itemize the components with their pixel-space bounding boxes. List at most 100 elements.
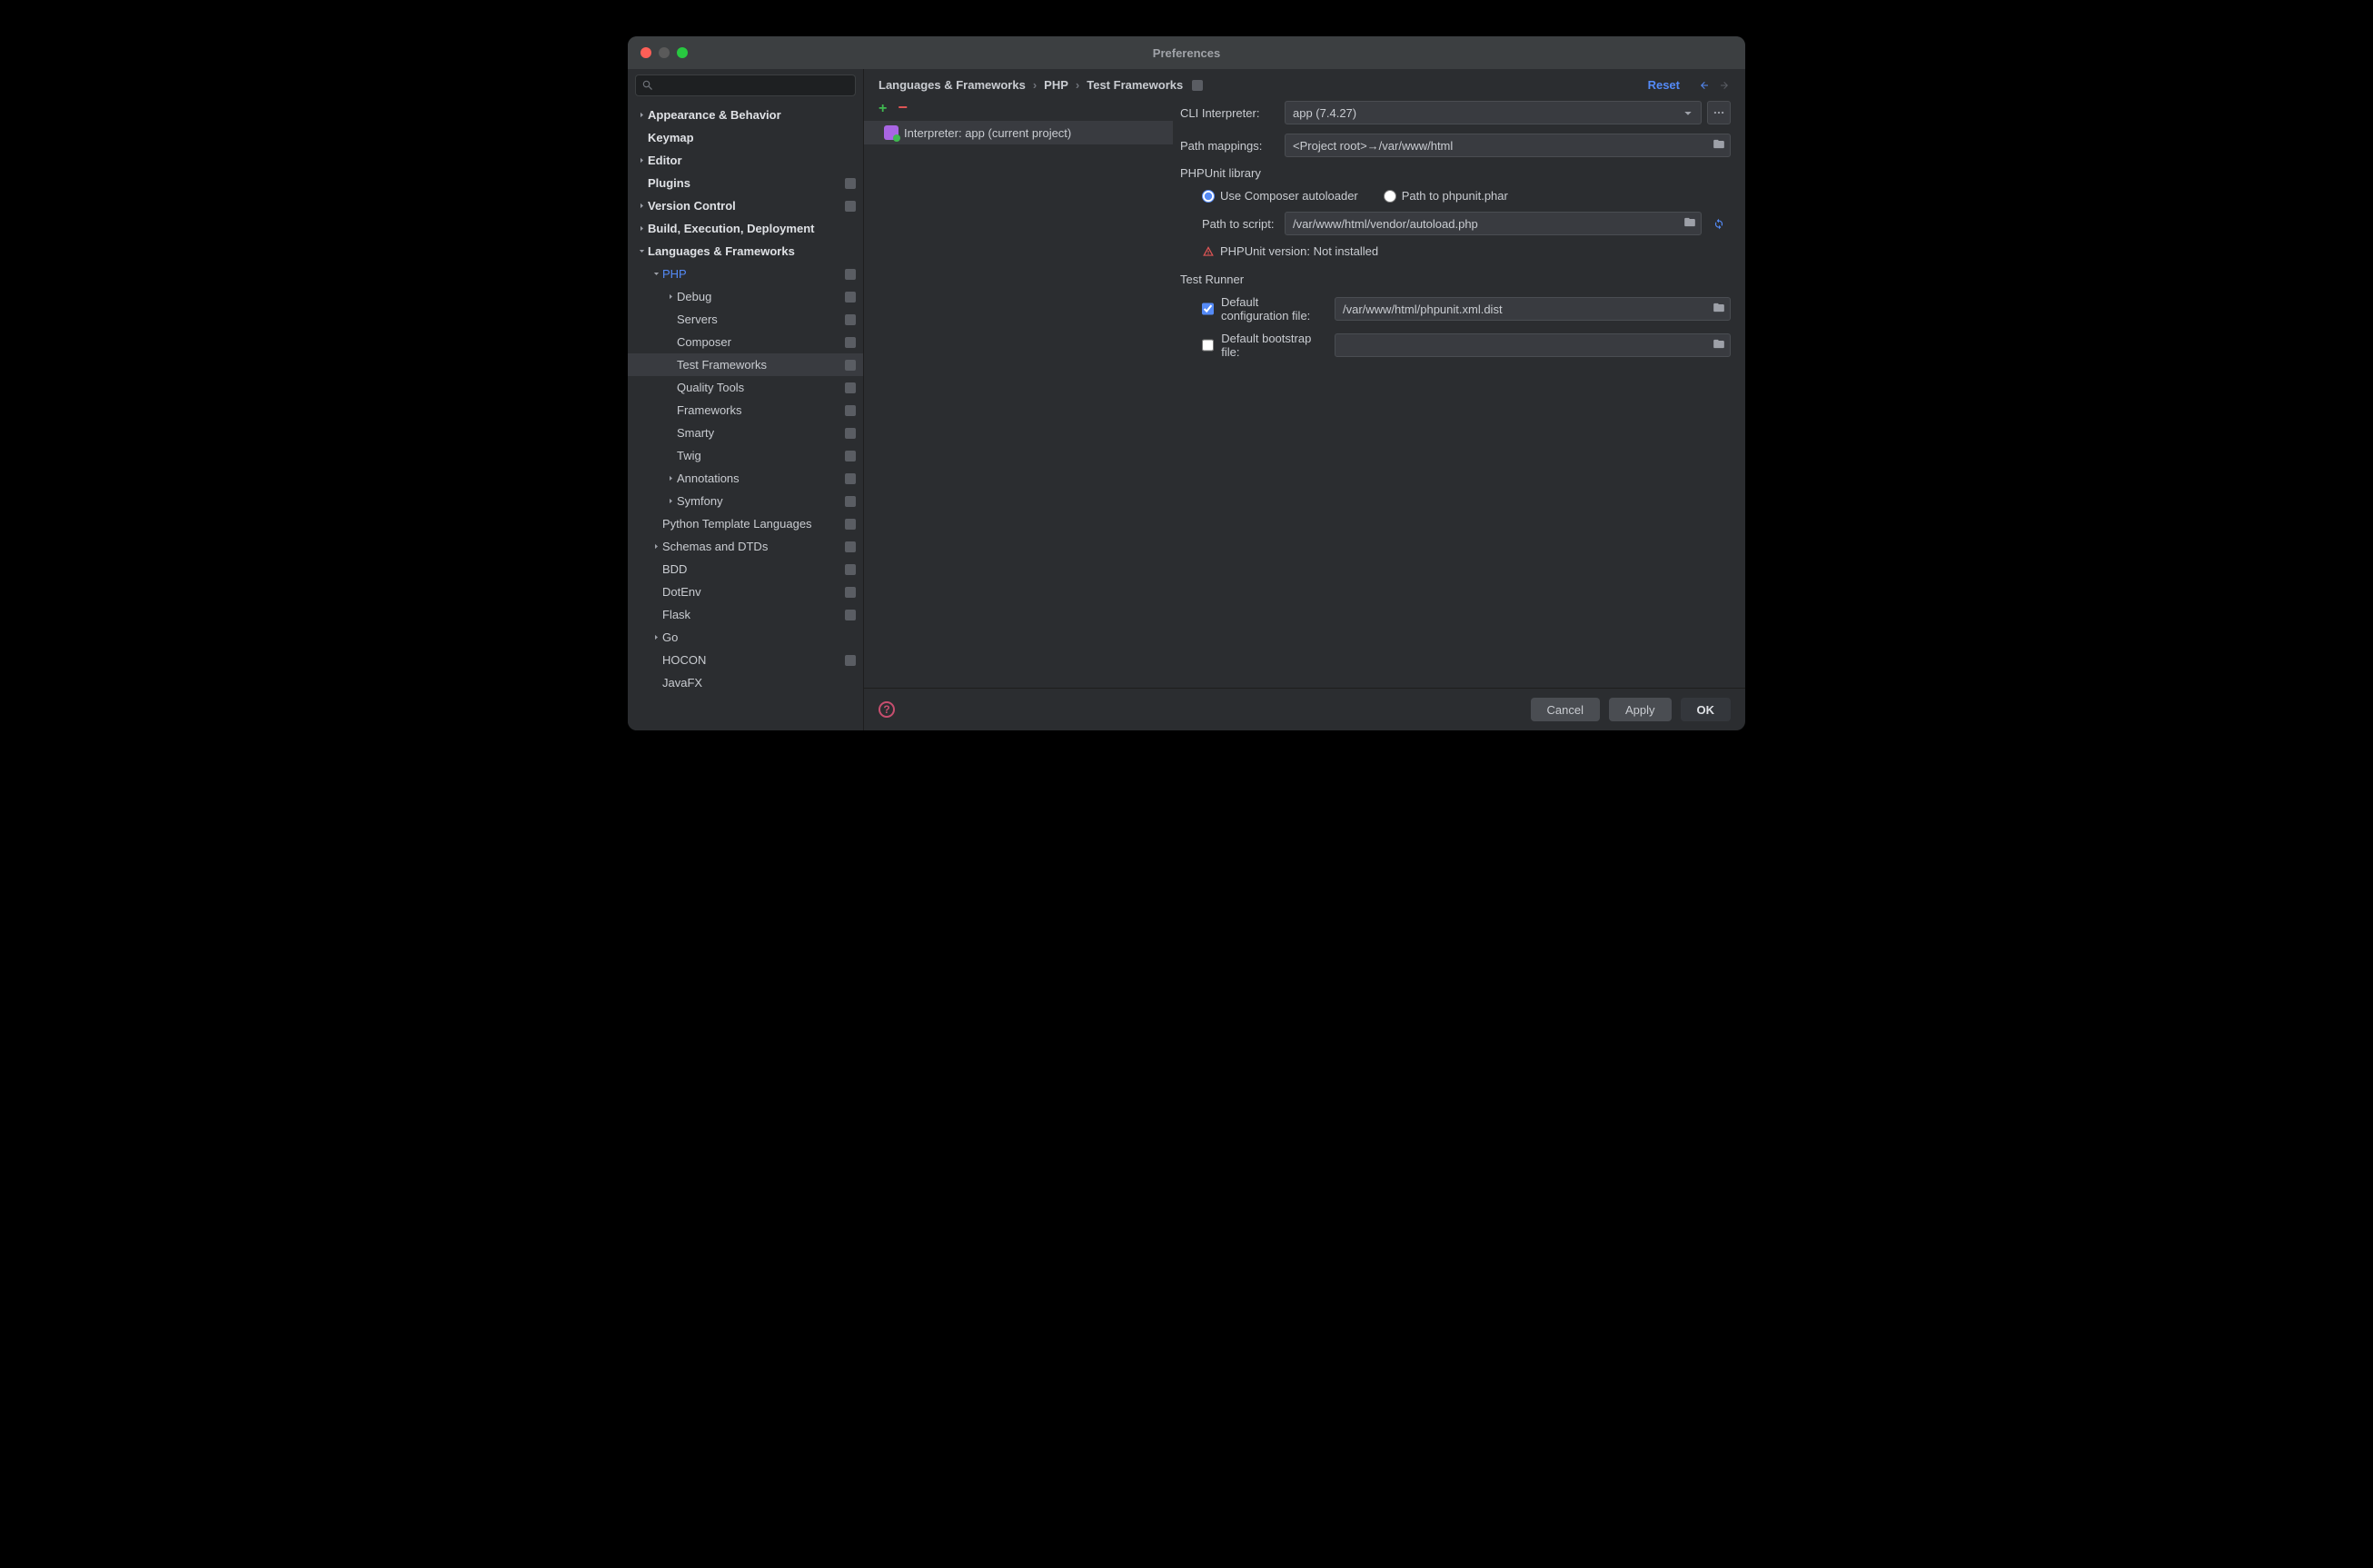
project-badge-icon <box>845 382 856 393</box>
sidebar-item-editor[interactable]: Editor <box>628 149 863 172</box>
path-to-script-browse-button[interactable] <box>1683 216 1696 232</box>
settings-tree: Appearance & BehaviorKeymapEditorPlugins… <box>628 102 863 730</box>
sidebar-item-debug[interactable]: Debug <box>628 285 863 308</box>
chevron-icon <box>650 633 662 641</box>
project-badge-icon <box>845 269 856 280</box>
project-badge-icon <box>845 360 856 371</box>
phar-path-radio-input[interactable] <box>1384 190 1396 203</box>
path-to-script-input[interactable] <box>1285 212 1702 235</box>
sidebar-item-servers[interactable]: Servers <box>628 308 863 331</box>
sidebar-item-javafx[interactable]: JavaFX <box>628 671 863 694</box>
chevron-icon <box>650 270 662 278</box>
sidebar-item-version-control[interactable]: Version Control <box>628 194 863 217</box>
close-icon[interactable] <box>640 47 651 58</box>
chevron-right-icon: › <box>1033 78 1037 92</box>
chevron-icon <box>635 202 648 210</box>
ok-button[interactable]: OK <box>1681 698 1732 721</box>
sidebar-item-label: Frameworks <box>677 403 845 417</box>
project-badge-icon <box>845 655 856 666</box>
sidebar-item-appearance-behavior[interactable]: Appearance & Behavior <box>628 104 863 126</box>
add-button[interactable]: + <box>879 101 887 117</box>
folder-icon <box>1683 216 1696 229</box>
sidebar-item-label: Test Frameworks <box>677 358 845 372</box>
crumb-lang-frameworks[interactable]: Languages & Frameworks <box>879 78 1026 92</box>
sidebar-item-annotations[interactable]: Annotations <box>628 467 863 490</box>
default-bootstrap-checkbox[interactable] <box>1202 339 1214 352</box>
sidebar-item-label: Servers <box>677 313 845 326</box>
default-config-browse-button[interactable] <box>1713 302 1725 317</box>
reset-button[interactable]: Reset <box>1648 78 1680 92</box>
project-badge-icon <box>845 201 856 212</box>
window-controls <box>640 47 688 58</box>
minimize-icon[interactable] <box>659 47 670 58</box>
sidebar-item-hocon[interactable]: HOCON <box>628 649 863 671</box>
sidebar-item-symfony[interactable]: Symfony <box>628 490 863 512</box>
chevron-icon <box>635 224 648 233</box>
list-item-label: Interpreter: app (current project) <box>904 126 1071 140</box>
remove-button[interactable]: − <box>898 101 908 117</box>
sidebar-item-schemas-and-dtds[interactable]: Schemas and DTDs <box>628 535 863 558</box>
sidebar-item-python-template-languages[interactable]: Python Template Languages <box>628 512 863 535</box>
chevron-icon <box>664 474 677 482</box>
maximize-icon[interactable] <box>677 47 688 58</box>
sidebar-item-php[interactable]: PHP <box>628 263 863 285</box>
cli-interpreter-select[interactable]: app (7.4.27) <box>1285 101 1702 124</box>
ellipsis-icon <box>1713 106 1725 119</box>
project-badge-icon <box>845 541 856 552</box>
search-icon <box>641 79 654 92</box>
sidebar-item-frameworks[interactable]: Frameworks <box>628 399 863 422</box>
project-badge-icon <box>845 587 856 598</box>
refresh-button[interactable] <box>1707 212 1731 235</box>
path-mappings-label: Path mappings: <box>1180 139 1285 153</box>
sidebar-item-go[interactable]: Go <box>628 626 863 649</box>
sidebar-item-label: DotEnv <box>662 585 845 599</box>
path-mappings-input[interactable] <box>1285 134 1731 157</box>
cli-interpreter-browse-button[interactable] <box>1707 101 1731 124</box>
sidebar-item-label: HOCON <box>662 653 845 667</box>
php-icon <box>884 125 899 140</box>
sidebar-item-quality-tools[interactable]: Quality Tools <box>628 376 863 399</box>
interpreter-list-item[interactable]: Interpreter: app (current project) <box>864 121 1173 144</box>
cancel-button[interactable]: Cancel <box>1531 698 1600 721</box>
default-bootstrap-browse-button[interactable] <box>1713 338 1725 353</box>
configurations-list: Interpreter: app (current project) <box>864 121 1173 688</box>
crumb-test-frameworks: Test Frameworks <box>1087 78 1183 92</box>
chevron-icon <box>635 247 648 255</box>
help-button[interactable]: ? <box>879 701 895 718</box>
phar-path-radio[interactable]: Path to phpunit.phar <box>1384 189 1508 203</box>
search-input[interactable] <box>635 74 856 96</box>
default-bootstrap-label: Default bootstrap file: <box>1221 332 1327 359</box>
sidebar-item-keymap[interactable]: Keymap <box>628 126 863 149</box>
project-badge-icon <box>845 473 856 484</box>
composer-autoloader-radio[interactable]: Use Composer autoloader <box>1202 189 1358 203</box>
sidebar-item-smarty[interactable]: Smarty <box>628 422 863 444</box>
sidebar-item-flask[interactable]: Flask <box>628 603 863 626</box>
path-mappings-browse-button[interactable] <box>1713 138 1725 154</box>
default-bootstrap-input[interactable] <box>1335 333 1731 357</box>
sidebar-item-build-execution-deployment[interactable]: Build, Execution, Deployment <box>628 217 863 240</box>
back-icon[interactable] <box>1698 80 1711 91</box>
sidebar-item-label: Twig <box>677 449 845 462</box>
sidebar-item-label: Schemas and DTDs <box>662 540 845 553</box>
composer-autoloader-radio-input[interactable] <box>1202 190 1215 203</box>
crumb-php[interactable]: PHP <box>1044 78 1068 92</box>
project-badge-icon <box>845 314 856 325</box>
sidebar-item-bdd[interactable]: BDD <box>628 558 863 581</box>
apply-button[interactable]: Apply <box>1609 698 1672 721</box>
project-badge-icon <box>845 337 856 348</box>
configurations-panel: + − Interpreter: app (current project) <box>864 97 1173 688</box>
project-badge-icon <box>845 451 856 461</box>
default-config-input[interactable] <box>1335 297 1731 321</box>
default-config-checkbox[interactable] <box>1202 303 1214 315</box>
sidebar: Appearance & BehaviorKeymapEditorPlugins… <box>628 69 864 730</box>
sidebar-item-twig[interactable]: Twig <box>628 444 863 467</box>
sidebar-item-dotenv[interactable]: DotEnv <box>628 581 863 603</box>
sidebar-item-composer[interactable]: Composer <box>628 331 863 353</box>
sidebar-item-test-frameworks[interactable]: Test Frameworks <box>628 353 863 376</box>
sidebar-item-languages-frameworks[interactable]: Languages & Frameworks <box>628 240 863 263</box>
project-badge-icon <box>845 428 856 439</box>
sidebar-item-plugins[interactable]: Plugins <box>628 172 863 194</box>
cli-interpreter-label: CLI Interpreter: <box>1180 106 1285 120</box>
project-badge-icon <box>845 610 856 620</box>
folder-icon <box>1713 138 1725 151</box>
